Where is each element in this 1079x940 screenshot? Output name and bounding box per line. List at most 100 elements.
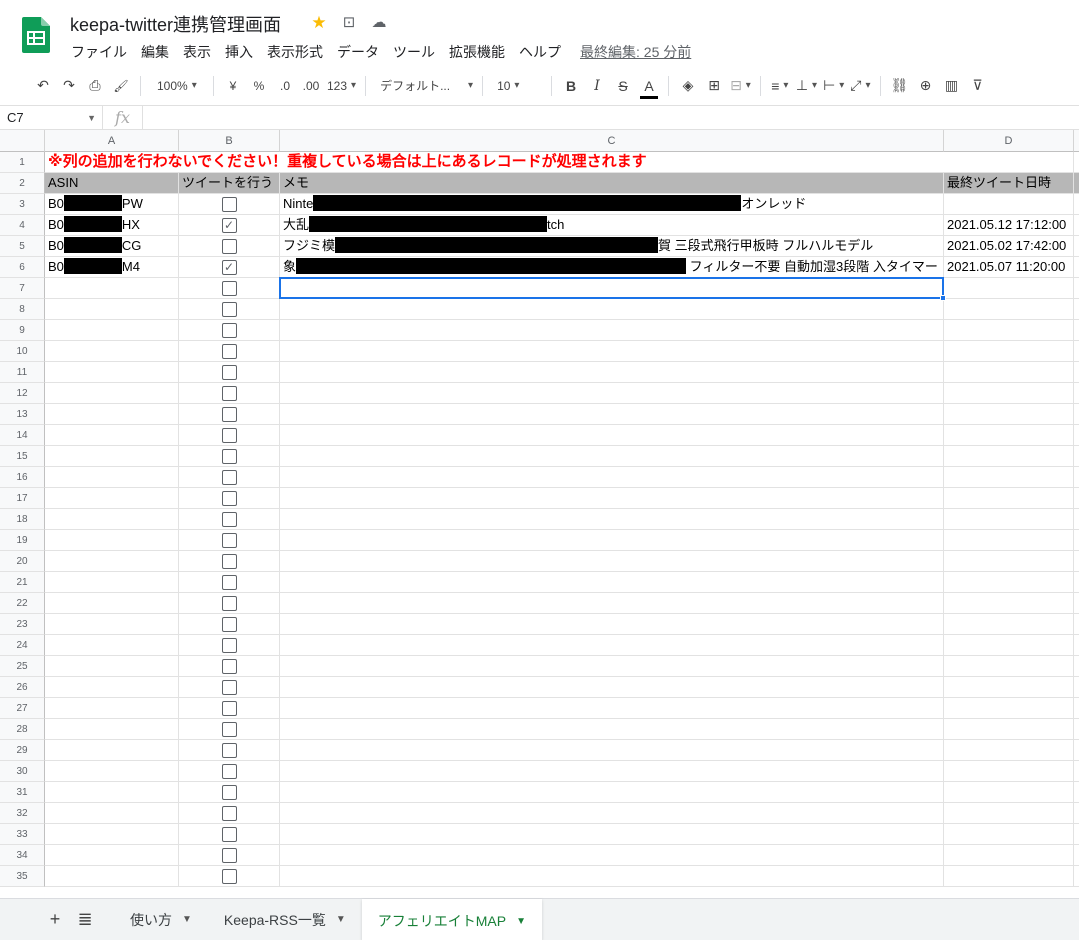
tweet-checkbox-cell[interactable]: ✓	[179, 215, 280, 236]
borders-icon[interactable]: ⊞	[701, 72, 727, 100]
checkbox-unchecked[interactable]	[221, 553, 237, 569]
checkbox-unchecked[interactable]	[221, 385, 237, 401]
last-tweet-cell[interactable]	[944, 635, 1074, 656]
tweet-checkbox-cell[interactable]	[179, 383, 280, 404]
memo-cell[interactable]	[280, 761, 944, 782]
memo-cell[interactable]	[280, 656, 944, 677]
row-header[interactable]: 15	[0, 446, 45, 467]
add-sheet-button[interactable]: +	[40, 909, 70, 930]
checkbox-unchecked[interactable]	[221, 805, 237, 821]
memo-cell[interactable]	[280, 782, 944, 803]
last-tweet-cell[interactable]	[944, 299, 1074, 320]
memo-cell[interactable]: フジミ模 賀 三段式飛行甲板時 フルハルモデル	[280, 236, 944, 257]
zoom-select[interactable]: 100%	[147, 72, 207, 100]
cell[interactable]	[1074, 593, 1079, 614]
checkbox-unchecked[interactable]	[221, 721, 237, 737]
row-header[interactable]: 24	[0, 635, 45, 656]
last-tweet-cell[interactable]	[944, 782, 1074, 803]
asin-cell[interactable]	[45, 740, 179, 761]
tweet-checkbox-cell[interactable]	[179, 635, 280, 656]
memo-cell[interactable]	[280, 593, 944, 614]
tweet-checkbox-cell[interactable]	[179, 467, 280, 488]
chevron-down-icon[interactable]: ▼	[516, 916, 526, 927]
memo-cell[interactable]: 大乱 tch	[280, 215, 944, 236]
tweet-checkbox-cell[interactable]	[179, 866, 280, 887]
text-color-button[interactable]: A	[636, 72, 662, 100]
memo-cell[interactable]	[280, 635, 944, 656]
cell[interactable]	[1074, 656, 1079, 677]
checkbox-unchecked[interactable]	[221, 322, 237, 338]
insert-link-icon[interactable]: ⛓	[887, 72, 913, 100]
cell[interactable]	[1074, 635, 1079, 656]
row-header[interactable]: 20	[0, 551, 45, 572]
checkbox-unchecked[interactable]	[221, 826, 237, 842]
asin-cell[interactable]	[45, 446, 179, 467]
last-tweet-cell[interactable]	[944, 320, 1074, 341]
currency-format-button[interactable]: ¥	[220, 72, 246, 100]
cell[interactable]	[1074, 614, 1079, 635]
last-tweet-cell[interactable]	[944, 488, 1074, 509]
fill-handle[interactable]	[940, 295, 946, 301]
strikethrough-button[interactable]: S	[610, 72, 636, 100]
asin-cell[interactable]	[45, 656, 179, 677]
asin-cell[interactable]	[45, 677, 179, 698]
cell[interactable]	[1074, 194, 1079, 215]
column-header-b[interactable]: B	[179, 130, 280, 152]
cloud-status-icon[interactable]: ☁	[368, 12, 390, 34]
checkbox-unchecked[interactable]	[221, 280, 237, 296]
undo-icon[interactable]: ↶	[30, 72, 56, 100]
cell[interactable]	[1074, 866, 1079, 887]
row-header[interactable]: 17	[0, 488, 45, 509]
asin-cell[interactable]: B0 PW	[45, 194, 179, 215]
asin-cell[interactable]	[45, 845, 179, 866]
checkbox-unchecked[interactable]	[221, 868, 237, 884]
menu-help[interactable]: ヘルプ	[512, 40, 568, 64]
print-icon[interactable]: ⎙	[82, 72, 108, 100]
cell[interactable]	[1074, 215, 1079, 236]
star-icon[interactable]: ★	[308, 12, 330, 34]
asin-cell[interactable]	[45, 719, 179, 740]
memo-cell[interactable]	[280, 845, 944, 866]
last-tweet-cell[interactable]	[944, 677, 1074, 698]
formula-input[interactable]	[143, 106, 1079, 130]
last-tweet-cell[interactable]	[944, 845, 1074, 866]
all-sheets-menu-icon[interactable]: ≣	[70, 909, 100, 930]
checkbox-unchecked[interactable]	[221, 406, 237, 422]
row-header[interactable]: 22	[0, 593, 45, 614]
tweet-checkbox-cell[interactable]	[179, 320, 280, 341]
vertical-align-icon[interactable]: ⊥	[793, 72, 820, 100]
last-tweet-cell[interactable]	[944, 656, 1074, 677]
percent-format-button[interactable]: %	[246, 72, 272, 100]
cell[interactable]	[1074, 698, 1079, 719]
last-tweet-cell[interactable]	[944, 194, 1074, 215]
asin-cell[interactable]	[45, 509, 179, 530]
cell[interactable]	[1074, 341, 1079, 362]
name-box[interactable]: C7 ▼	[0, 105, 103, 130]
folder-move-icon[interactable]: ⊡	[338, 12, 360, 34]
menu-view[interactable]: 表示	[176, 40, 218, 64]
insert-chart-icon[interactable]: ▥	[939, 72, 965, 100]
cell[interactable]	[1074, 677, 1079, 698]
cell[interactable]	[1074, 551, 1079, 572]
memo-cell[interactable]	[280, 488, 944, 509]
asin-cell[interactable]	[45, 761, 179, 782]
cell[interactable]	[1074, 761, 1079, 782]
column-header-c[interactable]: C	[280, 130, 944, 152]
checkbox-unchecked[interactable]	[221, 196, 237, 212]
row-header[interactable]: 29	[0, 740, 45, 761]
memo-cell[interactable]	[280, 425, 944, 446]
row-header[interactable]: 5	[0, 236, 45, 257]
asin-cell[interactable]	[45, 824, 179, 845]
tweet-checkbox-cell[interactable]	[179, 740, 280, 761]
decrease-decimal-button[interactable]: .0	[272, 72, 298, 100]
cell[interactable]	[1074, 572, 1079, 593]
checkbox-unchecked[interactable]	[221, 784, 237, 800]
memo-cell[interactable]	[280, 467, 944, 488]
last-tweet-cell[interactable]	[944, 467, 1074, 488]
tweet-checkbox-cell[interactable]	[179, 404, 280, 425]
row-header[interactable]: 12	[0, 383, 45, 404]
last-tweet-cell[interactable]	[944, 383, 1074, 404]
checkbox-unchecked[interactable]	[221, 679, 237, 695]
menu-extensions[interactable]: 拡張機能	[442, 40, 512, 64]
row-header[interactable]: 4	[0, 215, 45, 236]
